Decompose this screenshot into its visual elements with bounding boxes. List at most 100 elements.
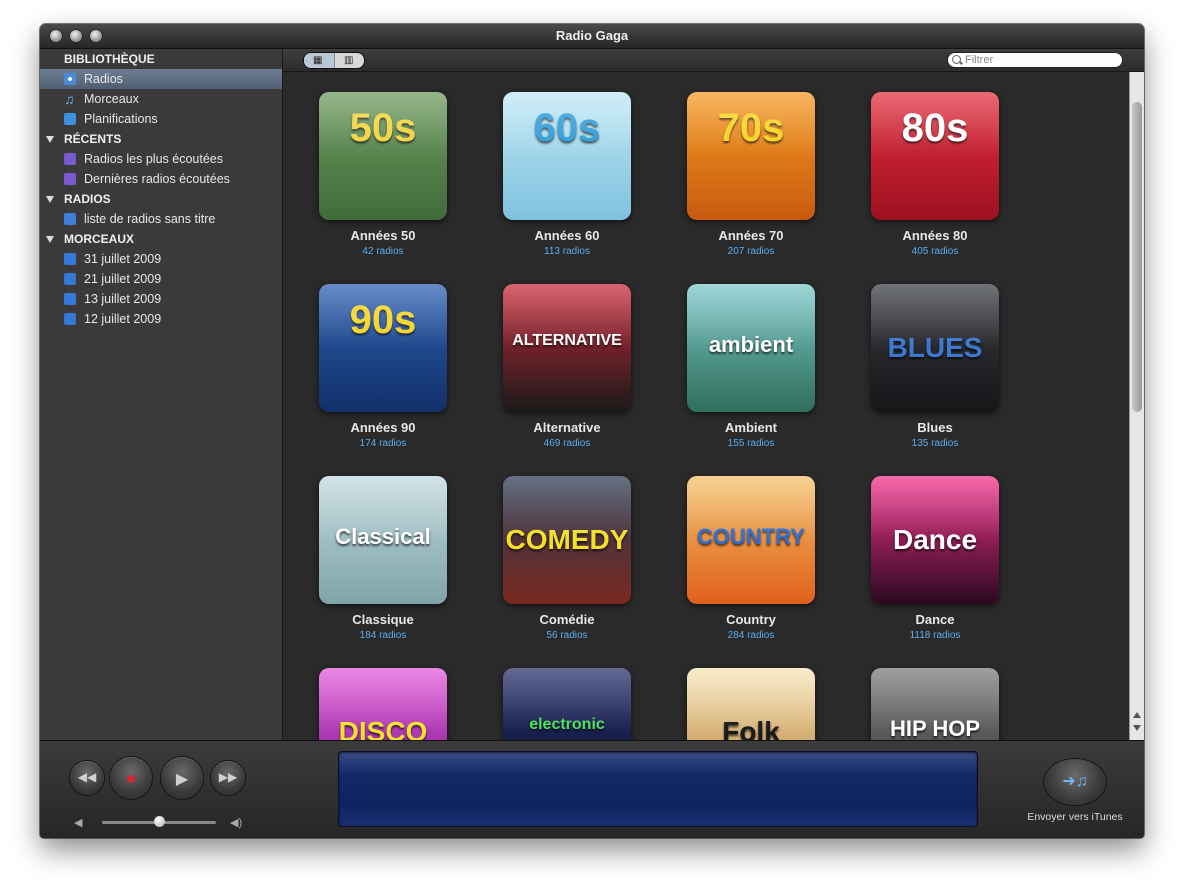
genre-name: Années 90 bbox=[350, 420, 416, 435]
now-playing-display bbox=[338, 751, 978, 827]
genre-artwork[interactable]: COUNTRY bbox=[687, 476, 815, 604]
genre-tile[interactable]: ambient Ambient 155 radios bbox=[671, 264, 831, 454]
genre-tile[interactable]: ALTERNATIVE Alternative 469 radios bbox=[487, 264, 647, 454]
sidebar-item-track[interactable]: 21 juillet 2009 bbox=[40, 269, 282, 289]
sidebar-item-track[interactable]: 13 juillet 2009 bbox=[40, 289, 282, 309]
send-to-itunes-button[interactable]: ➜♫ bbox=[1044, 759, 1106, 805]
genre-radio-count: 42 radios bbox=[362, 246, 404, 257]
track-icon bbox=[64, 253, 76, 265]
sidebar-item-untitled-list[interactable]: liste de radios sans titre bbox=[40, 209, 282, 229]
genre-artwork[interactable]: Folk bbox=[687, 668, 815, 740]
search-icon bbox=[952, 55, 961, 64]
genre-artwork[interactable]: BLUES bbox=[871, 284, 999, 412]
artwork-gloss bbox=[871, 92, 999, 156]
sidebar-item-label: Planifications bbox=[84, 112, 158, 126]
sidebar-item-track[interactable]: 12 juillet 2009 bbox=[40, 309, 282, 329]
genre-artwork[interactable]: 70s bbox=[687, 92, 815, 220]
scroll-thumb[interactable] bbox=[1132, 102, 1142, 412]
genre-tile[interactable]: 80s Années 80 405 radios bbox=[855, 72, 1015, 262]
vertical-scrollbar[interactable] bbox=[1129, 72, 1144, 740]
sidebar-item-last-played[interactable]: Dernières radios écoutées bbox=[40, 169, 282, 189]
sidebar-item-label: 13 juillet 2009 bbox=[84, 292, 162, 306]
sidebar-item-radios[interactable]: Radios bbox=[40, 69, 282, 89]
genre-artwork[interactable]: 50s bbox=[319, 92, 447, 220]
genre-artwork[interactable]: electronic bbox=[503, 668, 631, 740]
genre-tile[interactable]: 70s Années 70 207 radios bbox=[671, 72, 831, 262]
search-input[interactable] bbox=[965, 53, 1115, 67]
genre-radio-count: 284 radios bbox=[727, 630, 775, 641]
genre-artwork[interactable]: Classical bbox=[319, 476, 447, 604]
artwork-gloss bbox=[687, 284, 815, 348]
genre-tile[interactable]: HIP HOPHip Hop bbox=[855, 648, 1015, 740]
genre-artwork[interactable]: DISCO bbox=[319, 668, 447, 740]
genre-radio-count: 174 radios bbox=[359, 438, 407, 449]
genre-name: Comédie bbox=[539, 612, 595, 627]
track-icon bbox=[64, 293, 76, 305]
sidebar-item-most-played[interactable]: Radios les plus écoutées bbox=[40, 149, 282, 169]
genre-radio-count: 155 radios bbox=[727, 438, 775, 449]
rewind-button[interactable]: ◀◀ bbox=[70, 761, 104, 795]
radio-stream-icon bbox=[64, 153, 76, 165]
grid-view-button[interactable]: ▦ bbox=[304, 53, 334, 68]
scroll-down-icon[interactable] bbox=[1133, 725, 1141, 731]
record-icon: ● bbox=[125, 768, 137, 788]
genre-tile[interactable]: 50s Années 50 42 radios bbox=[303, 72, 463, 262]
record-button[interactable]: ● bbox=[110, 757, 152, 799]
fast-forward-button[interactable]: ▶▶ bbox=[211, 761, 245, 795]
sidebar-item-track[interactable]: 31 juillet 2009 bbox=[40, 249, 282, 269]
genre-tile[interactable]: Dance Dance 1118 radios bbox=[855, 456, 1015, 646]
section-library-header: BIBLIOTHÈQUE bbox=[64, 52, 155, 66]
player-bar: ◀◀ ● ▶ ▶▶ ◀ ◀) ➜♫ Envoyer vers iTunes bbox=[40, 740, 1144, 838]
genre-radio-count: 56 radios bbox=[546, 630, 588, 641]
volume-high-icon: ◀) bbox=[230, 817, 243, 829]
genre-artwork[interactable]: 90s bbox=[319, 284, 447, 412]
itunes-send-icon: ➜♫ bbox=[1062, 773, 1088, 790]
genre-artwork[interactable]: HIP HOP bbox=[871, 668, 999, 740]
genre-artwork[interactable]: Dance bbox=[871, 476, 999, 604]
genre-tile[interactable]: COUNTRY Country 284 radios bbox=[671, 456, 831, 646]
search-field[interactable] bbox=[947, 52, 1123, 68]
genre-tile[interactable]: BLUES Blues 135 radios bbox=[855, 264, 1015, 454]
scroll-up-icon[interactable] bbox=[1133, 712, 1141, 718]
section-radios-header: RADIOS bbox=[64, 192, 111, 206]
genre-tile[interactable]: 60s Années 60 113 radios bbox=[487, 72, 647, 262]
genre-name: Dance bbox=[915, 612, 955, 627]
genre-artwork[interactable]: ambient bbox=[687, 284, 815, 412]
coverflow-view-button[interactable]: ▥ bbox=[334, 53, 364, 68]
disclosure-triangle-icon[interactable] bbox=[46, 196, 54, 203]
genre-tile[interactable]: FolkFolk bbox=[671, 648, 831, 740]
genre-tile[interactable]: 90s Années 90 174 radios bbox=[303, 264, 463, 454]
genre-artwork[interactable]: COMEDY bbox=[503, 476, 631, 604]
disclosure-triangle-icon[interactable] bbox=[46, 136, 54, 143]
genre-radio-count: 113 radios bbox=[544, 246, 590, 257]
play-button[interactable]: ▶ bbox=[161, 757, 203, 799]
sidebar-item-label: liste de radios sans titre bbox=[84, 212, 216, 226]
genre-name: Années 60 bbox=[534, 228, 600, 243]
genre-artwork[interactable]: 80s bbox=[871, 92, 999, 220]
sidebar-item-label: 12 juillet 2009 bbox=[84, 312, 162, 326]
artwork-gloss bbox=[319, 668, 447, 732]
volume-low-icon: ◀ bbox=[74, 817, 83, 829]
genre-artwork[interactable]: ALTERNATIVE bbox=[503, 284, 631, 412]
grid-view-icon: ▦ bbox=[313, 55, 323, 66]
artwork-gloss bbox=[503, 668, 631, 732]
disclosure-triangle-icon[interactable] bbox=[46, 236, 54, 243]
sidebar-item-morceaux[interactable]: ♫ Morceaux bbox=[40, 89, 282, 109]
artwork-gloss bbox=[319, 284, 447, 348]
sidebar-item-label: Dernières radios écoutées bbox=[84, 172, 230, 186]
genre-artwork[interactable]: 60s bbox=[503, 92, 631, 220]
fast-forward-icon: ▶▶ bbox=[218, 770, 238, 784]
genre-name: Alternative bbox=[533, 420, 601, 435]
radio-list-icon bbox=[64, 213, 76, 225]
genre-radio-count: 207 radios bbox=[727, 246, 775, 257]
genre-tile[interactable]: COMEDY Comédie 56 radios bbox=[487, 456, 647, 646]
genre-tile[interactable]: electronicElectronic bbox=[487, 648, 647, 740]
volume-knob[interactable] bbox=[154, 816, 165, 827]
rewind-icon: ◀◀ bbox=[77, 770, 97, 784]
artwork-gloss bbox=[503, 476, 631, 540]
sidebar-item-planifications[interactable]: Planifications bbox=[40, 109, 282, 129]
track-icon bbox=[64, 273, 76, 285]
genre-tile[interactable]: Classical Classique 184 radios bbox=[303, 456, 463, 646]
schedule-icon bbox=[64, 113, 76, 125]
genre-tile[interactable]: DISCODisco bbox=[303, 648, 463, 740]
